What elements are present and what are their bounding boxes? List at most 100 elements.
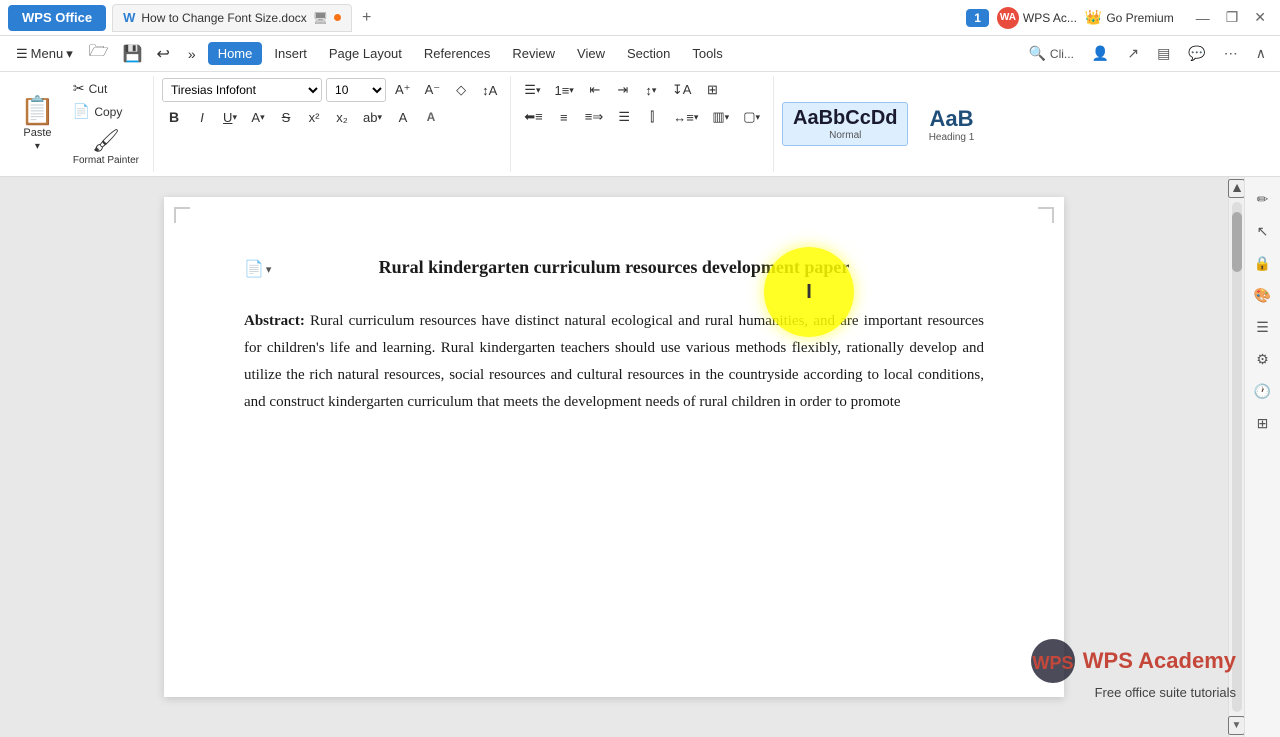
scroll-down-btn[interactable]: ▼ bbox=[1228, 716, 1246, 735]
clipboard-group: 📋 Paste ▾ ✂ Cut 📄 Copy 🖌 Format Painter bbox=[8, 76, 154, 172]
italic-icon: I bbox=[200, 110, 204, 125]
clear-formatting-button[interactable]: ◇ bbox=[449, 78, 473, 102]
document-abstract: Abstract: Rural curriculum resources hav… bbox=[244, 308, 984, 416]
text-color-2-icon: A bbox=[399, 110, 408, 125]
scroll-track[interactable] bbox=[1232, 202, 1242, 712]
section-menu-item[interactable]: Section bbox=[617, 42, 680, 65]
document-icon-button[interactable]: 📄 ▾ bbox=[244, 259, 271, 279]
line-spacing-button[interactable]: ↕ ▾ bbox=[639, 78, 663, 102]
annotation-button[interactable]: 🎨 bbox=[1249, 281, 1277, 309]
font-decrease-button[interactable]: A⁻ bbox=[420, 78, 446, 102]
subscript-button[interactable]: x₂ bbox=[330, 105, 354, 129]
align-justify-button[interactable]: ☰ bbox=[612, 105, 636, 129]
more-button[interactable]: » bbox=[178, 42, 206, 66]
text-color-2-button[interactable]: A bbox=[391, 105, 415, 129]
collaboration-button[interactable]: 👤 bbox=[1086, 41, 1115, 66]
table-sidebar-icon: ⊞ bbox=[1257, 415, 1269, 432]
outdent-button[interactable]: ⇤ bbox=[583, 78, 607, 102]
font-name-select[interactable]: Tiresias Infofont bbox=[162, 78, 322, 102]
recent-files-button[interactable]: 🗁 bbox=[83, 38, 115, 69]
shading-dropdown-icon: ▾ bbox=[725, 112, 730, 123]
notification-badge[interactable]: 1 bbox=[966, 9, 989, 27]
scroll-up-button[interactable]: ▲ bbox=[1230, 179, 1244, 195]
wps-office-button[interactable]: WPS Office bbox=[8, 5, 106, 31]
format-painter-button[interactable]: 🖌 Format Painter bbox=[67, 124, 145, 170]
history-button[interactable]: 🕐 bbox=[1249, 377, 1277, 405]
table-button-sidebar[interactable]: ⊞ bbox=[1249, 409, 1277, 437]
align-right-button[interactable]: ≡⇒ bbox=[580, 105, 608, 129]
menu-bar: ☰ Menu ▾ 🗁 💾 ↩ » Home Insert Page Layout… bbox=[0, 36, 1280, 72]
underline-button[interactable]: U ▾ bbox=[218, 105, 242, 129]
columns-button[interactable]: ⫿ bbox=[640, 105, 664, 129]
go-premium-label: Go Premium bbox=[1106, 11, 1173, 25]
view-menu-item[interactable]: View bbox=[567, 42, 615, 65]
indent-button[interactable]: ⇥ bbox=[611, 78, 635, 102]
close-button[interactable]: ✕ bbox=[1248, 9, 1272, 26]
lock-icon: 🔒 bbox=[1254, 255, 1271, 272]
tools-menu-item[interactable]: Tools bbox=[682, 42, 732, 65]
normal-style[interactable]: AaBbCcDd Normal bbox=[782, 102, 908, 146]
go-premium-button[interactable]: 👑 Go Premium bbox=[1085, 9, 1174, 26]
document-scroll[interactable]: 📄 ▾ Rural kindergarten curriculum resour… bbox=[0, 177, 1228, 737]
lock-button[interactable]: 🔒 bbox=[1249, 249, 1277, 277]
highlight-button[interactable]: ab ▾ bbox=[358, 105, 387, 129]
annotation-icon: 🎨 bbox=[1254, 287, 1271, 304]
new-tab-button[interactable]: + bbox=[356, 9, 377, 27]
char-shading-button[interactable]: A bbox=[419, 105, 443, 129]
shading-button[interactable]: ▥ ▾ bbox=[707, 105, 734, 129]
font-color-button[interactable]: A ▾ bbox=[246, 105, 270, 129]
col-spacing-button[interactable]: ↔≡ ▾ bbox=[668, 105, 703, 129]
cursor-tool-button[interactable]: ↖ bbox=[1249, 217, 1277, 245]
page-layout-menu-item[interactable]: Page Layout bbox=[319, 42, 412, 65]
border-button[interactable]: ▢ ▾ bbox=[738, 105, 765, 129]
home-menu-item[interactable]: Home bbox=[208, 42, 263, 65]
search-icon: 🔍 bbox=[1029, 45, 1046, 61]
font-increase-button[interactable]: A⁺ bbox=[390, 78, 416, 102]
hamburger-icon: ☰ bbox=[16, 46, 28, 62]
bold-button[interactable]: B bbox=[162, 105, 186, 129]
hamburger-menu-button[interactable]: ☰ Menu ▾ bbox=[8, 42, 81, 66]
settings-button[interactable]: ⚙ bbox=[1249, 345, 1277, 373]
maximize-button[interactable]: ❐ bbox=[1220, 9, 1245, 26]
toc-button[interactable]: ☰ bbox=[1249, 313, 1277, 341]
comment-button[interactable]: 💬 bbox=[1182, 41, 1211, 66]
search-button[interactable]: 🔍 Cli... bbox=[1023, 41, 1080, 66]
superscript-button[interactable]: x² bbox=[302, 105, 326, 129]
vertical-scrollbar[interactable]: ▲ ▼ bbox=[1228, 177, 1244, 737]
cut-button[interactable]: ✂ Cut bbox=[67, 78, 145, 99]
font-size-select[interactable]: 10 bbox=[326, 78, 386, 102]
underline-icon: U bbox=[223, 110, 232, 125]
strikethrough-button[interactable]: S bbox=[274, 105, 298, 129]
share-button[interactable]: ↗ bbox=[1121, 41, 1145, 66]
font-group: Tiresias Infofont 10 A⁺ A⁻ ◇ ↕A B I bbox=[154, 76, 511, 172]
paste-button[interactable]: 📋 Paste ▾ bbox=[12, 78, 63, 170]
numbering-button[interactable]: 1≡ ▾ bbox=[549, 78, 578, 102]
insert-menu-item[interactable]: Insert bbox=[264, 42, 317, 65]
pen-tool-button[interactable]: ✏ bbox=[1249, 185, 1277, 213]
copy-button[interactable]: 📄 Copy bbox=[67, 101, 145, 122]
decrease-font-icon: A⁻ bbox=[425, 82, 441, 98]
document-tab[interactable]: W How to Change Font Size.docx 🖥 bbox=[112, 4, 352, 32]
heading1-style[interactable]: AaB Heading 1 bbox=[916, 102, 986, 147]
tab-bar: W How to Change Font Size.docx 🖥 + bbox=[112, 4, 960, 32]
align-center-button[interactable]: ≡ bbox=[552, 105, 576, 129]
undo-button[interactable]: ↩ bbox=[150, 42, 175, 66]
collapse-ribbon-button[interactable]: ∧ bbox=[1250, 41, 1272, 66]
paste-icon: 📋 bbox=[20, 97, 55, 125]
italic-button[interactable]: I bbox=[190, 105, 214, 129]
align-left-button[interactable]: ⬅≡ bbox=[519, 105, 547, 129]
save-button[interactable]: 💾 bbox=[117, 42, 149, 66]
wps-account-button[interactable]: WA WPS Ac... bbox=[997, 7, 1077, 29]
more-options-button[interactable]: ⋯ bbox=[1218, 41, 1244, 66]
sort-para-button[interactable]: ↧A bbox=[667, 78, 697, 102]
word-icon: W bbox=[123, 10, 135, 25]
doc-icon: 📄 bbox=[244, 259, 264, 279]
scroll-thumb[interactable] bbox=[1232, 212, 1242, 272]
export-button[interactable]: ▤ bbox=[1151, 41, 1176, 66]
minimize-button[interactable]: — bbox=[1190, 9, 1216, 26]
references-menu-item[interactable]: References bbox=[414, 42, 500, 65]
table-button[interactable]: ⊞ bbox=[700, 78, 724, 102]
review-menu-item[interactable]: Review bbox=[502, 42, 565, 65]
sort-button[interactable]: ↕A bbox=[477, 78, 502, 102]
bullets-button[interactable]: ☰ ▾ bbox=[519, 78, 545, 102]
